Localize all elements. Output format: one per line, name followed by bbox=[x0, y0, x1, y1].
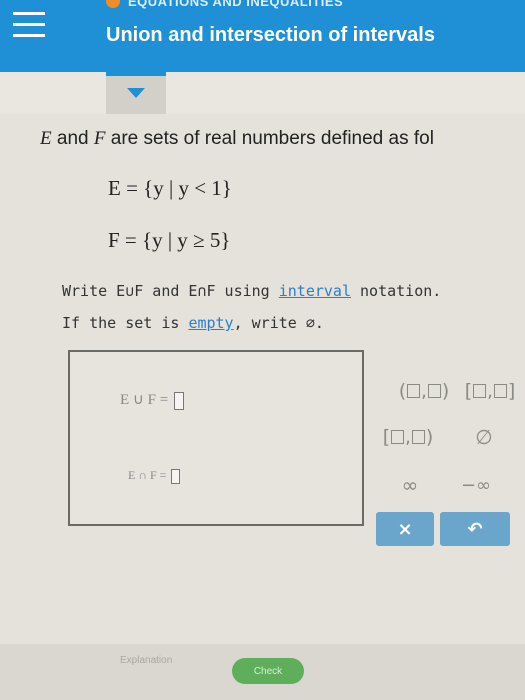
problem-text-and: and bbox=[51, 128, 94, 149]
infinity-key[interactable]: ∞ bbox=[390, 472, 430, 498]
union-input[interactable] bbox=[173, 391, 184, 410]
union-answer-row: E ∪ F = bbox=[120, 390, 184, 410]
closed-closed-interval-key[interactable]: [,] bbox=[462, 378, 518, 404]
intersection-label: E ∩ F = bbox=[128, 468, 167, 482]
menu-icon[interactable] bbox=[13, 12, 45, 38]
instruction-text: Write E∪F and E∩F using bbox=[62, 282, 279, 300]
footer-bar: Explanation Check bbox=[0, 644, 525, 700]
intersection-input[interactable] bbox=[171, 468, 181, 484]
undo-button[interactable]: ↶ bbox=[440, 512, 510, 546]
instruction-line-2: If the set is empty, write ∅. bbox=[62, 314, 324, 332]
clear-button[interactable]: × bbox=[376, 512, 434, 546]
topic-label: EQUATIONS AND INEQUALITIES bbox=[128, 0, 344, 9]
answer-area: E ∪ F = E ∩ F = bbox=[68, 350, 364, 526]
empty-set-key[interactable]: ∅ bbox=[464, 424, 504, 450]
instruction-text: notation. bbox=[351, 282, 442, 300]
closed-open-interval-key[interactable]: [,) bbox=[380, 424, 436, 450]
dropdown-toggle[interactable] bbox=[106, 72, 166, 114]
set-f-definition: F = {y | y ≥ 5} bbox=[108, 228, 231, 252]
var-e: E bbox=[40, 128, 52, 149]
var-f: F bbox=[93, 128, 106, 149]
union-label: E ∪ F = bbox=[120, 392, 169, 408]
intersection-answer-row: E ∩ F = bbox=[128, 468, 181, 484]
problem-statement: E and F are sets of real numbers defined… bbox=[40, 128, 525, 150]
instruction-text: If the set is bbox=[62, 314, 189, 332]
check-button[interactable]: Check bbox=[232, 658, 304, 684]
open-open-interval-key[interactable]: (,) bbox=[396, 378, 452, 404]
negative-infinity-key[interactable]: −∞ bbox=[452, 472, 500, 498]
empty-link[interactable]: empty bbox=[188, 314, 233, 332]
problem-text-rest: are sets of real numbers defined as fol bbox=[105, 128, 434, 149]
chevron-down-icon bbox=[127, 88, 145, 98]
topic-indicator-icon bbox=[106, 0, 120, 8]
tab-strip bbox=[0, 72, 525, 120]
question-panel: E and F are sets of real numbers defined… bbox=[0, 114, 525, 700]
set-e-definition: E = {y | y < 1} bbox=[108, 176, 232, 200]
page-title: Union and intersection of intervals bbox=[106, 24, 435, 46]
instruction-text: , write ∅. bbox=[233, 314, 324, 332]
instruction-line-1: Write E∪F and E∩F using interval notatio… bbox=[62, 282, 441, 300]
explanation-button[interactable]: Explanation bbox=[120, 655, 172, 666]
interval-link[interactable]: interval bbox=[279, 282, 351, 300]
app-header: EQUATIONS AND INEQUALITIES Union and int… bbox=[0, 0, 525, 72]
